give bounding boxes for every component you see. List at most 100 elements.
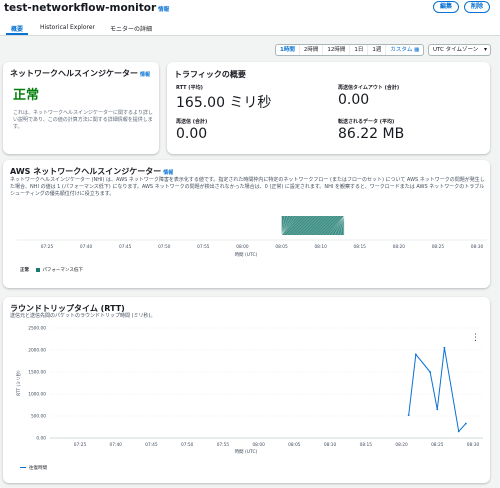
- range-1w[interactable]: 1週: [368, 45, 387, 55]
- rtt-y-tick: 0.00: [36, 436, 46, 442]
- legend-normal: 正常: [20, 268, 29, 273]
- time-range-selector: 1時間 2時間 12時間 1日 1週 カスタム ▦: [275, 44, 425, 56]
- retrans-label: 再送信 (合計): [176, 119, 208, 125]
- rtt-y-tick: 2500.00: [28, 326, 46, 332]
- rtt-subtitle: 送信元と送信先間のパケットのラウンドトリップ時間 (ミリ秒)。: [10, 313, 156, 319]
- nhi-x-tick: 07:25: [41, 244, 54, 250]
- nhi-x-tick: 07:50: [158, 244, 171, 250]
- nhi-x-tick: 07:55: [197, 244, 210, 250]
- nhi-marks: [281, 215, 345, 236]
- tab-historical-explorer[interactable]: Historical Explorer: [40, 24, 95, 31]
- rtt-y-tick: 1500.00: [28, 370, 46, 376]
- rtt-x-tick: 08:20: [395, 442, 408, 448]
- legend-degraded: パフォーマンス低下: [42, 268, 83, 273]
- page: test-networkflow-monitor 情報 編集 削除 概要 Hist…: [0, 0, 500, 488]
- edit-button[interactable]: 編集: [433, 1, 459, 13]
- rtt-x-tick: 07:25: [74, 442, 87, 448]
- nhi-info-link[interactable]: 情報: [163, 170, 173, 176]
- nhi-x-tick: 08:20: [393, 244, 406, 250]
- nhi-card-title-text: AWS ネットワークヘルスインジケーター: [10, 167, 162, 176]
- rtt-x-tick: 07:55: [217, 442, 230, 448]
- nhi-description: ネットワークヘルスインジケーター (NHI) は、AWS ネットワーク障害を表示…: [10, 177, 485, 197]
- header: test-networkflow-monitor 情報 編集 削除 概要 Hist…: [0, 0, 500, 36]
- data-value: 86.22 MB: [338, 126, 405, 142]
- range-custom-label: カスタム: [390, 47, 413, 53]
- range-12h[interactable]: 12時間: [323, 45, 351, 55]
- rtt-legend-label: 往復時間: [29, 466, 47, 471]
- nhi-x-tick: 08:00: [236, 244, 249, 250]
- nhi-x-tick: 08:25: [432, 244, 445, 250]
- rtt-data-point: [436, 408, 439, 411]
- chevron-down-icon: ▾: [483, 46, 487, 53]
- rtt-chart: 2500.00 2000.00 1500.00 1000.00 500.00 0.00 RT…: [15, 326, 483, 455]
- tab-overview[interactable]: 概要: [11, 24, 23, 33]
- retrans-value: 0.00: [176, 126, 208, 142]
- monitor-name: test-networkflow-monitor: [4, 2, 157, 14]
- rtt-x-tick: 08:15: [360, 442, 373, 448]
- rtt-legend: 往復時間: [20, 465, 47, 471]
- range-1d[interactable]: 1日: [350, 45, 369, 55]
- degraded-swatch: [36, 267, 41, 272]
- range-custom[interactable]: カスタム ▦: [386, 45, 423, 55]
- health-indicator-card: ネットワークヘルスインジケーター 情報 正常 これは、ネットワークヘルスインジケー…: [3, 62, 159, 154]
- rtt-x-tick: 07:45: [145, 442, 158, 448]
- nhi-x-tick: 08:05: [275, 244, 288, 250]
- rtt-y-tick: 1000.00: [28, 392, 46, 398]
- tab-bar: 概要 Historical Explorer モニターの詳細: [0, 20, 500, 36]
- timeout-value: 0.00: [338, 92, 370, 108]
- rtt-data-point: [407, 414, 410, 417]
- rtt-data-point: [429, 371, 432, 373]
- rtt-x-tick: 08:10: [324, 442, 337, 448]
- nhi-legend: 正常 パフォーマンス低下: [20, 267, 83, 273]
- rtt-x-tick: 07:40: [110, 442, 123, 448]
- rtt-y-tick: 500.00: [31, 414, 46, 420]
- rtt-x-tick: 08:05: [288, 442, 301, 448]
- range-1h[interactable]: 1時間: [276, 45, 300, 55]
- traffic-summary-card: トラフィックの概要 RTT (平均) 165.00 ミリ秒 再送信タイムアウト …: [167, 62, 490, 154]
- health-info-link[interactable]: 情報: [140, 72, 150, 78]
- rtt-value: 165.00 ミリ秒: [176, 95, 272, 111]
- rtt-data-point: [414, 353, 417, 356]
- nhi-chart: 07:25 07:40 07:45 07:50 07:55 08:00 08:05 08:10…: [17, 215, 487, 258]
- rtt-label: RTT (平均): [176, 85, 203, 91]
- nhi-card-title: AWS ネットワークヘルスインジケーター 情報: [10, 166, 173, 177]
- nhi-x-tick: 08:10: [314, 244, 327, 250]
- rtt-legend-swatch: [20, 466, 26, 469]
- nhi-x-label: 時間 (UTC): [235, 252, 258, 258]
- health-card-title-text: ネットワークヘルスインジケーター: [10, 69, 138, 78]
- info-link[interactable]: 情報: [158, 7, 169, 13]
- page-title: test-networkflow-monitor 情報: [4, 2, 169, 14]
- nhi-x-tick: 08:30: [471, 244, 484, 250]
- rtt-y-tick: 2000.00: [28, 348, 46, 354]
- timezone-label: UTC タイムゾーン: [433, 47, 479, 53]
- rtt-x-label: 時間 (UTC): [235, 449, 258, 455]
- rtt-x-tick: 08:25: [431, 442, 444, 448]
- rtt-card: ラウンドトリップタイム (RTT) 送信元と送信先間のパケットのラウンドトリップ…: [3, 297, 490, 483]
- rtt-series-line: [408, 347, 467, 433]
- nhi-x-tick: 08:15: [354, 244, 367, 250]
- data-label: 転送されるデータ (平均): [338, 119, 395, 125]
- traffic-card-title: トラフィックの概要: [174, 70, 246, 79]
- health-description: これは、ネットワークヘルスインジケーターに関するより詳しい説明であり、この値の計…: [13, 110, 153, 130]
- rtt-y-label: RTT (ミリ秒): [15, 370, 22, 396]
- timezone-select[interactable]: UTC タイムゾーン ▾: [428, 44, 491, 56]
- health-card-title: ネットワークヘルスインジケーター 情報: [10, 68, 150, 79]
- rtt-data-point: [443, 346, 446, 349]
- delete-button[interactable]: 削除: [464, 1, 490, 13]
- nhi-x-axis: 07:25 07:40 07:45 07:50 07:55 08:00 08:05 08:10…: [17, 239, 487, 250]
- calendar-icon: ▦: [414, 47, 420, 53]
- rtt-x-tick: 08:00: [252, 442, 265, 448]
- active-tab-indicator: [6, 33, 28, 35]
- nhi-x-tick: 07:40: [80, 244, 93, 250]
- nhi-card: AWS ネットワークヘルスインジケーター 情報 ネットワークヘルスインジケーター …: [3, 160, 490, 288]
- range-2h[interactable]: 2時間: [300, 45, 324, 55]
- rtt-x-tick: 07:50: [181, 442, 194, 448]
- rtt-data-point: [457, 430, 460, 433]
- rtt-x-tick: 08:30: [467, 442, 480, 448]
- tab-monitor-details[interactable]: モニターの詳細: [110, 24, 152, 33]
- nhi-x-tick: 07:45: [119, 244, 132, 250]
- rtt-marks: [407, 346, 467, 433]
- rtt-data-point: [464, 422, 467, 425]
- health-status: 正常: [13, 88, 40, 103]
- rtt-grid: [50, 327, 483, 439]
